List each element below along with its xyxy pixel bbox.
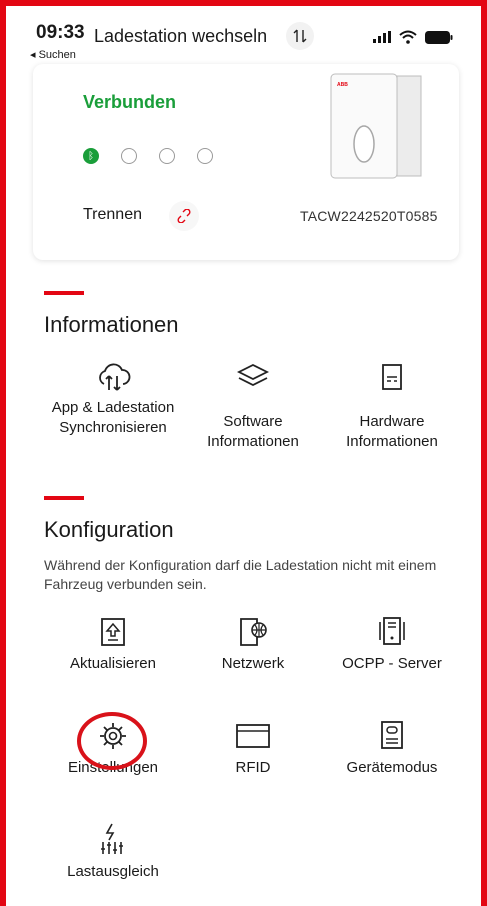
swap-icon bbox=[293, 29, 307, 43]
bluetooth-icon: ᛒ bbox=[83, 148, 99, 164]
tile-label: RFID bbox=[235, 759, 271, 776]
signal-icon bbox=[373, 31, 391, 43]
tile-label: Software Informationen bbox=[207, 413, 299, 450]
disconnect-button[interactable] bbox=[169, 201, 199, 231]
load-balancing-icon bbox=[101, 823, 123, 854]
section-title-konfiguration: Konfiguration bbox=[44, 517, 174, 542]
wifi-status-icon bbox=[121, 148, 137, 164]
ocpp-server-icon bbox=[379, 617, 405, 645]
status-time: 09:33 bbox=[36, 22, 85, 43]
wifi-icon bbox=[399, 30, 417, 44]
tile-software-info[interactable]: Software Informationen bbox=[183, 362, 323, 452]
tile-rfid[interactable]: RFID bbox=[183, 720, 323, 778]
hardware-info-icon bbox=[382, 364, 402, 390]
tile-label: Lastausgleich bbox=[67, 863, 159, 880]
station-card: Verbunden ᛒ Trennen TACW2242520T0585 ABB bbox=[33, 64, 459, 260]
update-icon bbox=[101, 618, 125, 646]
tile-geratemodus[interactable]: Gerätemodus bbox=[322, 720, 462, 778]
tile-netzwerk[interactable]: Netzwerk bbox=[183, 616, 323, 674]
tile-label: OCPP - Server bbox=[342, 655, 442, 672]
informationen-accent bbox=[44, 291, 84, 295]
system-icons bbox=[373, 30, 453, 44]
page-title: Ladestation wechseln bbox=[94, 26, 268, 46]
svg-text:ABB: ABB bbox=[337, 82, 348, 88]
tile-app-sync[interactable]: App & Ladestation Synchronisieren bbox=[43, 362, 183, 438]
tile-aktualisieren[interactable]: Aktualisieren bbox=[43, 616, 183, 674]
konfiguration-note: Während der Konfiguration darf die Lades… bbox=[44, 557, 437, 592]
tile-label: App & Ladestation Synchronisieren bbox=[51, 399, 175, 436]
cloud-sync-icon bbox=[99, 363, 131, 391]
tile-hardware-info[interactable]: Hardware Informationen bbox=[322, 362, 462, 452]
station-serial: TACW2242520T0585 bbox=[300, 208, 438, 224]
status-bar: 09:33 ◂ Suchen Ladestation wechseln bbox=[0, 0, 487, 61]
rfid-card-icon bbox=[236, 724, 270, 748]
highlight-circle bbox=[77, 712, 147, 770]
tile-label: Netzwerk bbox=[221, 655, 285, 672]
tile-label: Gerätemodus bbox=[346, 759, 438, 776]
tile-label: Hardware Informationen bbox=[346, 413, 438, 450]
layers-icon bbox=[236, 363, 270, 387]
device-mode-icon bbox=[381, 721, 403, 749]
connection-icons: ᛒ bbox=[83, 148, 213, 164]
tile-label: Aktualisieren bbox=[70, 655, 156, 672]
switch-station-button[interactable] bbox=[286, 22, 314, 50]
ethernet-status-icon bbox=[159, 148, 175, 164]
unlink-icon bbox=[177, 209, 191, 223]
charger-image: ABB bbox=[330, 73, 422, 179]
konfiguration-accent bbox=[44, 496, 84, 500]
connection-status: Verbunden bbox=[83, 92, 177, 112]
back-to-search[interactable]: ◂ Suchen bbox=[30, 48, 76, 61]
disconnect-label[interactable]: Trennen bbox=[83, 206, 142, 224]
tile-ocpp-server[interactable]: OCPP - Server bbox=[322, 616, 462, 674]
battery-icon bbox=[425, 30, 453, 44]
tile-lastausgleich[interactable]: Lastausgleich bbox=[43, 822, 183, 882]
section-title-informationen: Informationen bbox=[44, 312, 179, 337]
cellular-status-icon bbox=[197, 148, 213, 164]
network-icon bbox=[240, 618, 267, 646]
